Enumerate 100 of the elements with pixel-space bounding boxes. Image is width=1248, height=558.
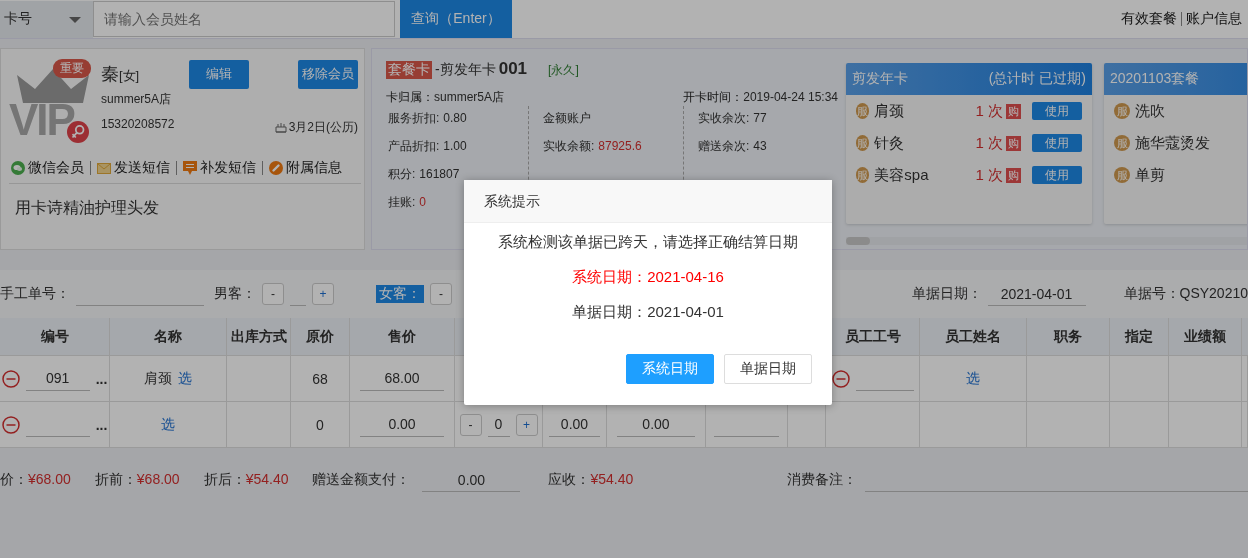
top-link[interactable]: 有效套餐 [1121,10,1177,28]
amount-field[interactable]: 0.00 [549,412,600,437]
card-name: -剪发年卡 [435,61,496,79]
phone-number: 15320208572 [101,116,175,131]
column-header: 原价 [306,327,334,346]
field-label: 赠送金额支付： [312,471,411,489]
item-name: 肩颈 [144,369,172,388]
card-stat: 服务折扣: 0.80 [388,110,467,127]
card-open-time: 开卡时间：2019-04-24 15:34 [683,89,838,106]
column-header: 员工工号 [844,327,901,346]
service-name: 施华蔻烫发 [1135,133,1211,153]
link-icon [269,161,283,175]
minus-button[interactable]: - [430,283,452,305]
column-header: 名称 [154,327,182,346]
buy-tag[interactable]: 购 [1005,135,1021,151]
column-header: 指定 [1125,327,1153,346]
dialog-button[interactable]: 单据日期 [724,354,812,384]
package-status: (总计时 已过期) [988,70,1086,88]
field-label: 男客： [214,285,256,303]
table-cell: 0 [316,416,324,433]
select-link[interactable]: 选 [178,369,192,388]
column-header: 员工姓名 [945,327,1001,346]
buy-tag[interactable]: 购 [1005,103,1021,119]
service-name: 洗吹 [1135,101,1166,121]
member-name: 秦[女] [101,63,141,86]
remove-staff-icon[interactable] [831,369,850,388]
remaining-count: 1 次 [975,133,1003,153]
total-amount: 价：¥68.00 [0,471,71,489]
action-link[interactable]: 附属信息 [286,159,342,177]
card-stat: 产品折扣: 1.00 [388,138,467,155]
receivable-amount: 应收：¥54.40 [548,471,634,489]
buy-tag[interactable]: 购 [1005,167,1021,183]
select-link[interactable]: 选 [966,369,980,388]
service-name: 美容spa [874,165,930,185]
plus-button[interactable]: + [515,413,538,436]
card-stat: 实收余额: 87925.6 [543,138,642,155]
column-header: 职务 [1054,327,1082,346]
card-stat: 积分: 161807 [388,166,460,183]
card-type-select[interactable]: 卡号 [0,0,93,38]
envelope-icon [97,162,111,174]
action-link[interactable]: 微信会员 [28,159,84,177]
remove-row-icon[interactable] [1,369,20,388]
gift-payment-field[interactable]: 0.00 [422,468,521,492]
service-icon: 服 [856,103,870,119]
top-link[interactable]: 账户信息 [1186,10,1242,28]
card-number: 001 [498,59,528,79]
birthday: 3月2日(公历) [288,119,358,136]
message-icon [183,161,197,175]
more-button[interactable]: ... [95,416,108,433]
select-link[interactable]: 选 [161,415,175,434]
service-icon: 服 [1114,167,1130,183]
amount-field[interactable]: 0.00 [360,412,444,437]
importance-badge: 重要 [53,59,91,78]
package-title: 20201103套餐 [1110,70,1200,88]
table-cell: 68 [312,370,328,387]
card-stat: 挂账: 0 [388,194,427,211]
dialog-date-line: 单据日期：2021-04-01 [571,303,725,322]
item-code-field[interactable]: 091 [25,366,90,391]
card-stat: 金额账户 [543,110,591,127]
remove-row-icon[interactable] [1,415,20,434]
vip-logo-text: VIP [9,95,74,145]
card-validity: [永久] [548,62,579,79]
column-header: 编号 [40,327,69,346]
minus-button[interactable]: - [262,283,284,305]
remaining-count: 1 次 [975,101,1003,121]
total-amount: 折前：¥68.00 [94,471,180,489]
remaining-count: 1 次 [975,165,1003,185]
action-link[interactable]: 补发短信 [200,159,256,177]
cake-icon [274,122,287,133]
scrollbar-thumb[interactable] [846,237,870,245]
card-stat: 实收余次: 77 [698,110,767,127]
document-number: 单据号：QSY20210 [1123,285,1248,303]
service-icon: 服 [1114,135,1130,151]
store-name: summer5A店 [101,91,172,108]
document-date-field[interactable]: 2021-04-01 [987,282,1086,306]
service-name: 单剪 [1135,165,1166,185]
card-type-tag: 套餐卡 [386,61,432,79]
service-icon: 服 [856,167,870,183]
column-header: 售价 [388,327,416,346]
total-amount: 折后：¥54.40 [203,471,289,489]
caret-icon [69,16,81,23]
search-field[interactable]: 请输入会员姓名 [93,1,395,37]
plus-button[interactable]: + [312,283,334,305]
service-name: 针灸 [874,133,906,153]
package-title: 剪发年卡 [852,70,908,88]
service-icon: 服 [856,135,870,151]
dialog-message: 系统检测该单据已跨天，请选择正确结算日期 [497,233,799,252]
amount-field[interactable]: 68.00 [360,366,444,391]
service-icon: 服 [1114,103,1130,119]
member-note: 用卡诗精油护理头发 [14,198,160,218]
column-header: 出库方式 [230,327,287,346]
chat-bubbles-icon [11,161,25,175]
amount-field[interactable]: 0.00 [616,412,696,437]
field-label: 女客： [376,285,424,303]
more-button[interactable]: ... [95,370,108,387]
action-link[interactable]: 发送短信 [114,159,170,177]
column-header: 业绩额 [1184,327,1226,346]
field-label: 消费备注： [787,471,858,489]
count-field[interactable]: 0 [487,412,510,437]
minus-button[interactable]: - [459,413,482,436]
